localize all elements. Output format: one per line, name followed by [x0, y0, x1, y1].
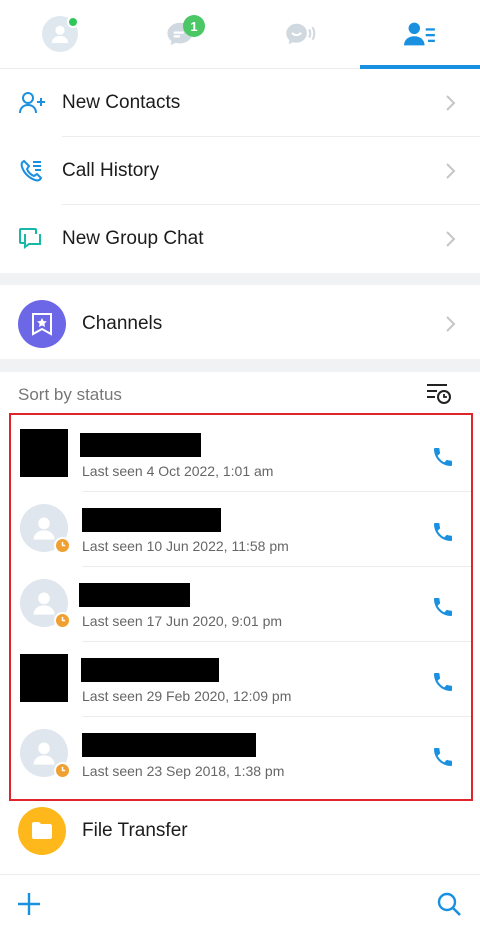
- away-clock-icon: [54, 537, 71, 554]
- sort-row: Sort by status: [0, 372, 480, 418]
- last-seen-text: Last seen 10 Jun 2022, 11:58 pm: [82, 538, 289, 554]
- phone-icon[interactable]: [429, 593, 457, 621]
- section-gap: [0, 359, 480, 372]
- meet-icon: [286, 23, 316, 45]
- phone-icon[interactable]: [429, 668, 457, 696]
- file-transfer-label: File Transfer: [82, 820, 188, 841]
- contact-row[interactable]: Last seen 23 Sep 2018, 1:38 pm: [11, 717, 471, 792]
- chevron-right-icon: [436, 230, 466, 248]
- channels-label: Channels: [82, 313, 163, 334]
- person-icon: [33, 517, 55, 540]
- bottom-bar: [0, 874, 480, 933]
- file-transfer-row[interactable]: File Transfer: [0, 798, 480, 864]
- contact-avatar: [20, 429, 68, 477]
- contacts-icon: [404, 22, 435, 46]
- unread-badge: 1: [183, 15, 205, 37]
- new-group-chat-row[interactable]: New Group Chat: [0, 205, 480, 273]
- contact-avatar: [20, 579, 71, 629]
- tab-profile[interactable]: [0, 0, 120, 68]
- tab-contacts[interactable]: [360, 0, 480, 69]
- contacts-list: Last seen 4 Oct 2022, 1:01 am Last seen …: [9, 413, 473, 801]
- person-icon: [33, 592, 55, 615]
- folder-icon: [32, 822, 52, 839]
- away-clock-icon: [54, 762, 71, 779]
- contact-row[interactable]: Last seen 17 Jun 2020, 9:01 pm: [11, 567, 471, 642]
- tab-chats[interactable]: 1: [120, 0, 240, 68]
- contact-avatar: [20, 504, 71, 554]
- phone-icon[interactable]: [429, 443, 457, 471]
- new-contacts-label: New Contacts: [62, 92, 181, 113]
- away-clock-icon: [54, 612, 71, 629]
- contact-row[interactable]: Last seen 10 Jun 2022, 11:58 pm: [11, 492, 471, 567]
- plus-icon[interactable]: [14, 889, 44, 919]
- last-seen-text: Last seen 23 Sep 2018, 1:38 pm: [82, 763, 285, 779]
- section-gap: [0, 273, 480, 285]
- add-person-icon: [19, 92, 45, 114]
- new-group-chat-label: New Group Chat: [62, 228, 204, 249]
- last-seen-text: Last seen 29 Feb 2020, 12:09 pm: [82, 688, 292, 704]
- call-history-icon: [20, 159, 43, 182]
- profile-avatar: [42, 16, 79, 52]
- sort-by-status-icon[interactable]: [426, 381, 452, 410]
- contact-avatar: [20, 729, 71, 779]
- search-icon[interactable]: [434, 889, 464, 919]
- redacted-name: [82, 508, 221, 532]
- redacted-name: [80, 433, 201, 457]
- phone-icon[interactable]: [429, 743, 457, 771]
- contact-avatar: [20, 654, 68, 702]
- phone-icon[interactable]: [429, 518, 457, 546]
- channels-avatar: [18, 300, 66, 348]
- channels-row[interactable]: Channels: [0, 289, 480, 359]
- redacted-name: [79, 583, 190, 607]
- person-icon: [51, 25, 69, 44]
- last-seen-text: Last seen 17 Jun 2020, 9:01 pm: [82, 613, 283, 629]
- redacted-name: [82, 733, 256, 757]
- sort-label: Sort by status: [18, 385, 122, 404]
- last-seen-text: Last seen 4 Oct 2022, 1:01 am: [82, 463, 274, 479]
- new-contacts-row[interactable]: New Contacts: [0, 69, 480, 137]
- group-chat-icon: [19, 228, 41, 249]
- tab-meet[interactable]: [240, 0, 360, 68]
- call-history-row[interactable]: Call History: [0, 137, 480, 205]
- person-icon: [33, 742, 55, 765]
- top-tab-bar: 1: [0, 0, 480, 69]
- chevron-right-icon: [436, 162, 466, 180]
- call-history-label: Call History: [62, 160, 160, 181]
- chevron-right-icon: [436, 315, 466, 333]
- online-status-dot: [67, 16, 79, 28]
- bookmark-star-icon: [32, 313, 52, 336]
- file-transfer-avatar: [18, 807, 66, 855]
- contact-row[interactable]: Last seen 4 Oct 2022, 1:01 am: [11, 417, 471, 492]
- chevron-right-icon: [436, 94, 466, 112]
- contact-row[interactable]: Last seen 29 Feb 2020, 12:09 pm: [11, 642, 471, 717]
- redacted-name: [81, 658, 219, 682]
